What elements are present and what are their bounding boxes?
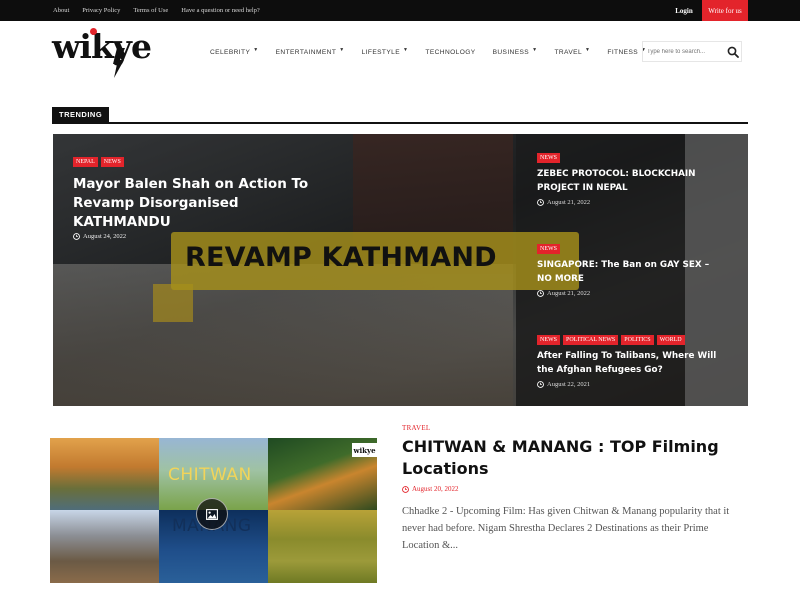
login-button[interactable]: Login bbox=[669, 0, 699, 21]
nav-label: ENTERTAINMENT bbox=[275, 48, 337, 56]
clock-icon bbox=[537, 290, 544, 297]
search-box bbox=[642, 41, 742, 62]
side-story-2-date: August 21, 2022 bbox=[537, 290, 590, 297]
clock-icon bbox=[73, 233, 80, 240]
trending-hero: REVAMP KATHMAND NEPAL NEWS Mayor Balen S… bbox=[53, 134, 748, 406]
clock-icon bbox=[537, 381, 544, 388]
article-date-text: August 20, 2022 bbox=[412, 485, 459, 493]
thumb-logo: wikye bbox=[352, 443, 377, 457]
side-story-3-title[interactable]: After Falling To Talibans, Where Will th… bbox=[537, 349, 727, 377]
side-story-1-date-text: August 21, 2022 bbox=[547, 199, 591, 206]
tag-news[interactable]: NEWS bbox=[537, 153, 560, 163]
caret-down-icon: ▼ bbox=[585, 47, 591, 53]
side-story-2-date-text: August 21, 2022 bbox=[547, 290, 591, 297]
side-story-1-date: August 21, 2022 bbox=[537, 199, 590, 206]
side-story-2-tags: NEWS bbox=[537, 244, 563, 254]
nav-item-fitness[interactable]: FITNESS ▼ bbox=[607, 47, 646, 56]
thumb-word-chitwan: CHITWAN bbox=[168, 465, 252, 485]
top-bar: About Privacy Policy Terms of Use Have a… bbox=[0, 0, 800, 21]
logo-bolt-icon bbox=[113, 48, 125, 78]
side-story-3-date: August 22, 2021 bbox=[537, 381, 590, 388]
side-story-2-title[interactable]: SINGAPORE: The Ban on GAY SEX – NO MORE bbox=[537, 258, 727, 286]
nav-item-lifestyle[interactable]: LIFESTYLE ▼ bbox=[361, 47, 409, 56]
trending-divider bbox=[52, 122, 748, 124]
logo-text: wikye bbox=[52, 27, 152, 66]
article-category[interactable]: TRAVEL bbox=[402, 424, 431, 432]
nav-item-celebrity[interactable]: CELEBRITY ▼ bbox=[210, 47, 259, 56]
caret-down-icon: ▼ bbox=[532, 47, 538, 53]
caret-down-icon: ▼ bbox=[403, 47, 409, 53]
nav-item-business[interactable]: BUSINESS ▼ bbox=[492, 47, 538, 56]
top-link-privacy-policy[interactable]: Privacy Policy bbox=[82, 7, 120, 14]
nav-label: CELEBRITY bbox=[210, 48, 251, 56]
thumb-tile-mountain bbox=[50, 510, 159, 583]
article-date: August 20, 2022 bbox=[402, 485, 458, 493]
clock-icon bbox=[537, 199, 544, 206]
lead-story-date: August 24, 2022 bbox=[73, 233, 126, 240]
nav-label: BUSINESS bbox=[492, 48, 530, 56]
clock-icon bbox=[402, 485, 409, 493]
lead-story-title[interactable]: Mayor Balen Shah on Action To Revamp Dis… bbox=[73, 175, 323, 232]
nav-label: TECHNOLOGY bbox=[425, 48, 476, 56]
tag-news[interactable]: NEWS bbox=[100, 157, 124, 167]
article-excerpt: Chhadke 2 - Upcoming Film: Has given Chi… bbox=[402, 506, 730, 551]
tag-nepal[interactable]: NEPAL bbox=[73, 157, 98, 167]
tag-news[interactable]: NEWS bbox=[537, 335, 560, 345]
nav-label: TRAVEL bbox=[554, 48, 583, 56]
thumb-tile-elephant bbox=[50, 438, 159, 510]
lead-story-date-text: August 24, 2022 bbox=[83, 233, 127, 240]
trending-label: TRENDING bbox=[52, 107, 110, 122]
nav-label: FITNESS bbox=[607, 48, 639, 56]
search-icon[interactable] bbox=[727, 46, 739, 58]
tag-news[interactable]: NEWS bbox=[537, 244, 560, 254]
lead-tags: NEPAL NEWS bbox=[73, 157, 127, 167]
article-thumbnail[interactable]: CHITWAN MANANG wikye bbox=[50, 438, 377, 583]
side-story-3-tags: NEWS POLITICAL NEWS POLITICS WORLD bbox=[537, 335, 688, 345]
main-nav: CELEBRITY ▼ ENTERTAINMENT ▼ LIFESTYLE ▼ TEC… bbox=[210, 44, 663, 60]
top-link-about[interactable]: About bbox=[53, 7, 69, 14]
nav-item-technology[interactable]: TECHNOLOGY bbox=[425, 49, 475, 56]
logo-dot bbox=[90, 28, 97, 35]
side-story-3-date-text: August 22, 2021 bbox=[547, 381, 591, 388]
caret-down-icon: ▼ bbox=[339, 47, 345, 53]
search-input[interactable] bbox=[647, 45, 723, 59]
write-for-us-button[interactable]: Write for us bbox=[702, 0, 748, 21]
top-links: About Privacy Policy Terms of Use Have a… bbox=[53, 0, 260, 21]
nav-label: LIFESTYLE bbox=[361, 48, 401, 56]
tag-world[interactable]: WORLD bbox=[656, 335, 685, 345]
top-link-terms-of-use[interactable]: Terms of Use bbox=[133, 7, 168, 14]
tag-political-news[interactable]: POLITICAL NEWS bbox=[563, 335, 619, 345]
image-icon bbox=[206, 508, 218, 520]
article-title[interactable]: CHITWAN & MANANG : TOP Filming Locations bbox=[402, 436, 742, 480]
caret-down-icon: ▼ bbox=[253, 47, 259, 53]
thumb-tile-terraces bbox=[268, 510, 377, 583]
nav-item-entertainment[interactable]: ENTERTAINMENT ▼ bbox=[275, 47, 345, 56]
side-story-1-title[interactable]: ZEBEC PROTOCOL: BLOCKCHAIN PROJECT IN NE… bbox=[537, 167, 727, 195]
site-logo[interactable]: wikye bbox=[52, 26, 164, 78]
side-story-1-tags: NEWS bbox=[537, 153, 563, 163]
hero-banner-text: REVAMP KATHMAND bbox=[185, 242, 497, 273]
nav-item-travel[interactable]: TRAVEL ▼ bbox=[554, 47, 591, 56]
image-badge bbox=[196, 498, 228, 530]
top-link-help[interactable]: Have a question or need help? bbox=[181, 7, 260, 14]
tag-politics[interactable]: POLITICS bbox=[621, 335, 654, 345]
